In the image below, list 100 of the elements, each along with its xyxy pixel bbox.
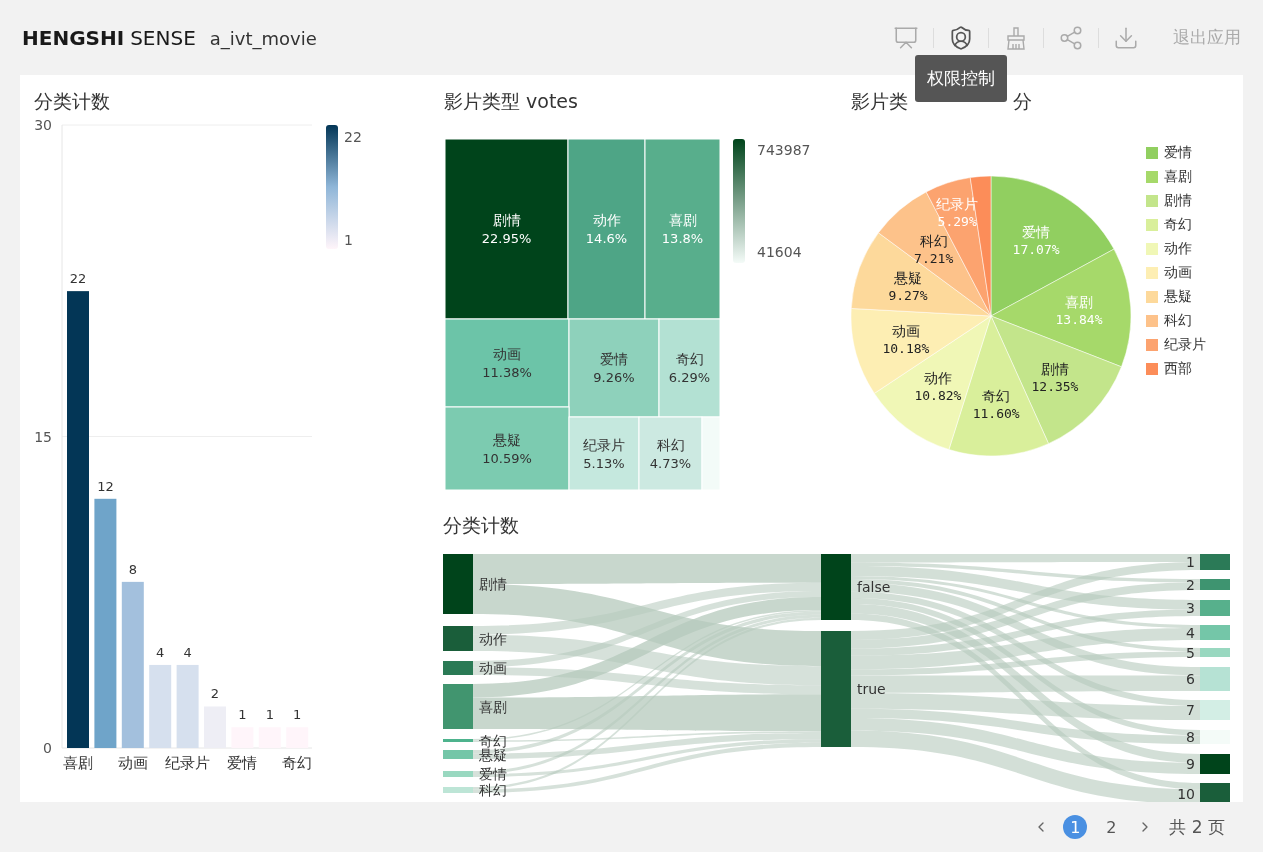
tile-share: 22.95% — [481, 231, 532, 246]
tile-share: 5.13% — [583, 455, 625, 471]
node-label: 8 — [1186, 729, 1195, 745]
tile-share: 13.8% — [661, 231, 704, 246]
slice-value: 11.60% — [972, 406, 1020, 422]
node-label: 动作 — [479, 630, 507, 647]
chart-title: 影片类 — [851, 89, 908, 111]
tile-share: 14.6% — [585, 231, 628, 246]
node-label: 10 — [1177, 785, 1195, 802]
tile-label: 喜剧 — [668, 212, 697, 228]
slice-label: 剧情 — [1040, 360, 1069, 377]
bar-value-label: 4 — [183, 644, 192, 660]
slice-label: 动作 — [923, 370, 952, 387]
tile-label: 剧情 — [492, 212, 521, 228]
legend-label: 纪录片 — [1164, 336, 1206, 354]
node-label: 动画 — [479, 660, 507, 676]
node-label: 3 — [1186, 600, 1195, 616]
node-label: false — [857, 579, 891, 595]
tooltip: 权限控制 — [915, 54, 1007, 102]
slice-value: 13.84% — [1055, 312, 1103, 328]
legend-label: 西部 — [1164, 360, 1192, 378]
category-label: 爱情 — [227, 754, 258, 772]
slice-value: 10.82% — [914, 388, 962, 404]
page-total: 共 2 页 — [1169, 815, 1225, 839]
tile-share: 6.29% — [668, 370, 711, 385]
tile-label: 动作 — [592, 212, 621, 228]
node-label: 喜剧 — [479, 698, 507, 715]
page-button[interactable]: 2 — [1099, 815, 1124, 839]
tile-label: 奇幻 — [675, 351, 704, 367]
slice-value: 12.35% — [1031, 378, 1079, 394]
tile-label: 动画 — [493, 346, 521, 362]
chart-title: 影片类型 votes — [443, 89, 579, 111]
node-label: 悬疑 — [479, 746, 507, 763]
bar-value-label: 1 — [293, 707, 302, 723]
page-button[interactable]: 1 — [1063, 815, 1088, 839]
node-label: 科幻 — [479, 782, 507, 798]
bar-value-label: 8 — [128, 561, 137, 577]
node-label: 爱情 — [479, 766, 507, 782]
slice-value: 10.18% — [882, 341, 930, 357]
shield-user-icon — [948, 24, 974, 51]
node-label: 2 — [1186, 576, 1195, 593]
scale-max-label: 743987 — [757, 141, 811, 160]
legend-label: 奇幻 — [1164, 216, 1192, 234]
brand-suffix: SENSE — [130, 25, 196, 50]
share-icon — [1058, 24, 1084, 51]
slice-value: 9.27% — [888, 288, 928, 304]
legend-label: 爱情 — [1164, 144, 1192, 162]
node-label: 剧情 — [479, 576, 507, 592]
tile-share: 11.38% — [482, 365, 532, 380]
slice-label: 科幻 — [919, 233, 948, 249]
tile-label: 爱情 — [600, 351, 628, 367]
slice-label: 动画 — [891, 323, 920, 340]
legend-label: 科幻 — [1164, 312, 1192, 330]
node-label: 9 — [1186, 756, 1195, 772]
node-label: 7 — [1186, 702, 1195, 718]
legend-label: 剧情 — [1164, 192, 1192, 210]
category-label: 喜剧 — [63, 754, 93, 772]
category-label: 动画 — [117, 754, 148, 772]
presentation-icon — [893, 24, 919, 51]
tile-share: 4.73% — [649, 455, 692, 471]
axis-tick-label: 15 — [34, 428, 52, 445]
scale-max-label: 22 — [344, 129, 362, 145]
node-label: 4 — [1186, 624, 1195, 641]
category-label: 纪录片 — [165, 754, 211, 772]
node-label: 5 — [1186, 644, 1195, 661]
tile-share: 9.26% — [593, 370, 635, 385]
slice-label: 纪录片 — [936, 196, 979, 213]
node-label: true — [857, 681, 886, 697]
tile-share: 10.59% — [482, 450, 532, 466]
bar-value-label: 1 — [265, 707, 274, 723]
legend-label: 悬疑 — [1164, 288, 1192, 306]
slice-value: 17.07% — [1012, 242, 1060, 258]
node-label: 6 — [1186, 671, 1195, 687]
node-label: 1 — [1186, 554, 1195, 570]
exit-button[interactable]: 退出应用 — [1173, 22, 1241, 53]
node-label: 奇幻 — [479, 732, 507, 749]
scale-min-label: 41604 — [757, 243, 803, 262]
tile-label: 纪录片 — [583, 436, 625, 453]
chart-title: 分 — [1012, 89, 1032, 111]
bar-value-label: 2 — [210, 686, 220, 702]
legend-label: 动画 — [1164, 264, 1192, 282]
bar-value-label: 1 — [238, 707, 247, 723]
brand-name: HENGSHI — [22, 25, 125, 50]
axis-tick-label: 30 — [34, 117, 52, 133]
chart-title: 分类计数 — [33, 89, 111, 111]
scale-min-label: 1 — [344, 232, 353, 248]
legend-label: 动作 — [1164, 240, 1192, 258]
axis-tick-label: 0 — [43, 740, 52, 756]
slice-label: 爱情 — [1022, 224, 1051, 241]
tile-label: 悬疑 — [493, 431, 521, 448]
slice-value: 5.29% — [937, 214, 977, 230]
bar-value-label: 4 — [156, 644, 165, 660]
bar-value-label: 12 — [97, 478, 114, 494]
legend-label: 喜剧 — [1164, 168, 1192, 186]
bar-value-label: 22 — [69, 271, 87, 287]
tile-label: 科幻 — [656, 436, 685, 453]
slice-label: 奇幻 — [982, 388, 1011, 405]
app-name: a_ivt_movie — [209, 27, 317, 49]
chart-title: 分类计数 — [442, 513, 520, 538]
slice-value: 7.21% — [914, 251, 954, 266]
